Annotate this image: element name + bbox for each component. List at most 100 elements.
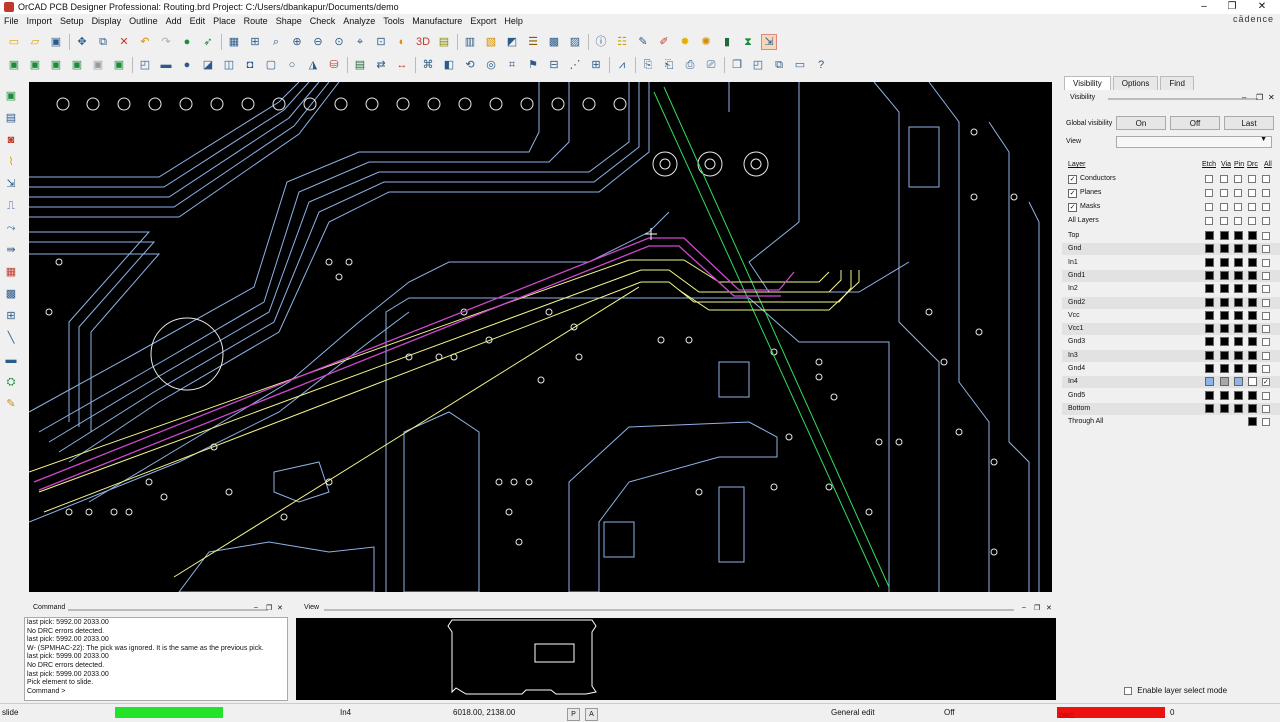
- auto-route-icon[interactable]: ⇛: [3, 242, 19, 258]
- layer-color-swatch[interactable]: [1248, 417, 1257, 427]
- connect-icon[interactable]: ⌇: [3, 154, 19, 170]
- layer-color-swatch[interactable]: [1234, 270, 1243, 280]
- status-p-toggle[interactable]: P: [567, 708, 580, 721]
- layer-all-checkbox[interactable]: [1262, 298, 1270, 307]
- layer-all-checkbox[interactable]: [1262, 351, 1270, 360]
- move-icon[interactable]: ✥: [74, 34, 90, 50]
- new-file-icon[interactable]: ▭: [6, 34, 22, 50]
- layer-color-swatch[interactable]: [1234, 244, 1243, 254]
- layer-color-swatch[interactable]: [1220, 377, 1229, 387]
- status-drc-indicator[interactable]: DRC: [1057, 707, 1165, 720]
- global-on-button[interactable]: On: [1116, 116, 1166, 130]
- info-icon[interactable]: ⓘ: [593, 34, 609, 50]
- redo-icon[interactable]: ↷: [158, 34, 174, 50]
- layer-color-swatch[interactable]: [1205, 231, 1214, 240]
- layer-color-swatch[interactable]: [1205, 257, 1214, 267]
- layer-off-icon[interactable]: ▣: [90, 57, 106, 73]
- grid-icon[interactable]: ▦: [226, 34, 242, 50]
- layer-color-swatch[interactable]: [1234, 390, 1243, 400]
- board-icon[interactable]: ▩: [546, 34, 562, 50]
- tab-find[interactable]: Find: [1160, 76, 1194, 90]
- layer-all-checkbox[interactable]: [1262, 271, 1270, 280]
- group-column-checkbox[interactable]: [1262, 217, 1270, 225]
- layer-top-icon[interactable]: ▣: [6, 57, 22, 73]
- route-icon[interactable]: ◪: [200, 57, 216, 73]
- layer-row-gnd5[interactable]: Gnd5: [1062, 389, 1280, 402]
- view-panel-close-icon[interactable]: ✕: [1046, 604, 1052, 615]
- layer-color-swatch[interactable]: [1234, 364, 1243, 373]
- camera-icon[interactable]: ◙: [3, 132, 19, 148]
- layer-row-in3[interactable]: In3: [1062, 349, 1280, 362]
- layer-color-swatch[interactable]: [1248, 284, 1257, 294]
- layer-plane-icon[interactable]: ▣: [48, 57, 64, 73]
- menu-shape[interactable]: Shape: [272, 16, 306, 26]
- layer-color-swatch[interactable]: [1234, 231, 1243, 240]
- group-column-checkbox[interactable]: [1234, 189, 1242, 197]
- layer-color-swatch[interactable]: [1220, 350, 1229, 360]
- layer-color-swatch[interactable]: [1220, 284, 1229, 294]
- shape-rect-icon[interactable]: ▢: [263, 57, 279, 73]
- shadow-icon[interactable]: ◩: [504, 34, 520, 50]
- slide-tool-icon[interactable]: ⇲: [3, 176, 19, 192]
- layer-row-vcc1[interactable]: Vcc1: [1062, 323, 1280, 336]
- menu-check[interactable]: Check: [306, 16, 340, 26]
- fanout-icon[interactable]: ◫: [221, 57, 237, 73]
- layer-row-in2[interactable]: In2: [1062, 283, 1280, 296]
- menu-help[interactable]: Help: [500, 16, 527, 26]
- layer-color-swatch[interactable]: [1248, 324, 1257, 334]
- zoom-out-icon[interactable]: ⊖: [310, 34, 326, 50]
- group-column-checkbox[interactable]: [1220, 203, 1228, 211]
- layer-color-swatch[interactable]: [1220, 403, 1229, 413]
- layer-color-swatch[interactable]: [1234, 257, 1243, 267]
- view-select[interactable]: ▼: [1116, 136, 1272, 148]
- layer-color-swatch[interactable]: [1205, 337, 1214, 347]
- 3d-view-icon[interactable]: 3D: [415, 34, 431, 50]
- command-close-icon[interactable]: ✕: [277, 604, 283, 615]
- layer-color-swatch[interactable]: [1248, 310, 1257, 320]
- layer-color-swatch[interactable]: [1234, 350, 1243, 360]
- menu-display[interactable]: Display: [88, 16, 126, 26]
- layer-color-swatch[interactable]: [1234, 284, 1243, 294]
- zoom-points-icon[interactable]: ⊞: [247, 34, 263, 50]
- measure-icon[interactable]: ⌗: [504, 57, 520, 73]
- view-panel-grip[interactable]: [324, 609, 1014, 611]
- menu-outline[interactable]: Outline: [125, 16, 162, 26]
- layer-mask-icon[interactable]: ▣: [69, 57, 85, 73]
- layer-color-swatch[interactable]: [1205, 270, 1214, 280]
- fanout2-icon[interactable]: ⋰: [567, 57, 583, 73]
- layer-row-gnd4[interactable]: Gnd4: [1062, 363, 1280, 375]
- enable-layer-select-checkbox[interactable]: [1124, 686, 1132, 695]
- layer-row-top[interactable]: Top: [1062, 230, 1280, 242]
- layer-all-checkbox[interactable]: [1262, 232, 1270, 240]
- layer-color-swatch[interactable]: [1220, 244, 1229, 254]
- command-grip[interactable]: [68, 609, 268, 611]
- menu-import[interactable]: Import: [23, 16, 57, 26]
- sun-icon[interactable]: ✹: [677, 34, 693, 50]
- color192-icon[interactable]: ▧: [483, 34, 499, 50]
- layer-all-checkbox[interactable]: [1262, 258, 1270, 267]
- component-icon[interactable]: ▤: [352, 57, 368, 73]
- open-file-icon[interactable]: ▱: [27, 34, 43, 50]
- group-column-checkbox[interactable]: [1248, 175, 1256, 183]
- group-checkbox[interactable]: ✓: [1068, 175, 1077, 184]
- place-icon[interactable]: ▣: [3, 88, 19, 104]
- matrix-icon[interactable]: ⊞: [588, 57, 604, 73]
- group-column-checkbox[interactable]: [1205, 203, 1213, 211]
- via-icon[interactable]: ▩: [3, 286, 19, 302]
- bars-icon[interactable]: ▮: [719, 34, 735, 50]
- group-icon[interactable]: ⛭: [3, 374, 19, 390]
- group-column-checkbox[interactable]: [1205, 189, 1213, 197]
- group-column-checkbox[interactable]: [1262, 175, 1270, 183]
- layer-color-swatch[interactable]: [1248, 231, 1257, 240]
- layer-color-swatch[interactable]: [1248, 257, 1257, 267]
- panel-float-icon[interactable]: ❐: [1256, 93, 1263, 102]
- add-connect-icon[interactable]: ◰: [137, 57, 153, 73]
- group-column-checkbox[interactable]: [1205, 217, 1213, 225]
- layer-color-swatch[interactable]: [1248, 270, 1257, 280]
- layer-color-swatch[interactable]: [1205, 310, 1214, 320]
- layer-color-swatch[interactable]: [1220, 270, 1229, 280]
- zoom-select-icon[interactable]: ⊡: [373, 34, 389, 50]
- report2-icon[interactable]: ⎗: [661, 57, 677, 73]
- void-icon[interactable]: ◮: [305, 57, 321, 73]
- window-icon[interactable]: ❐: [729, 57, 745, 73]
